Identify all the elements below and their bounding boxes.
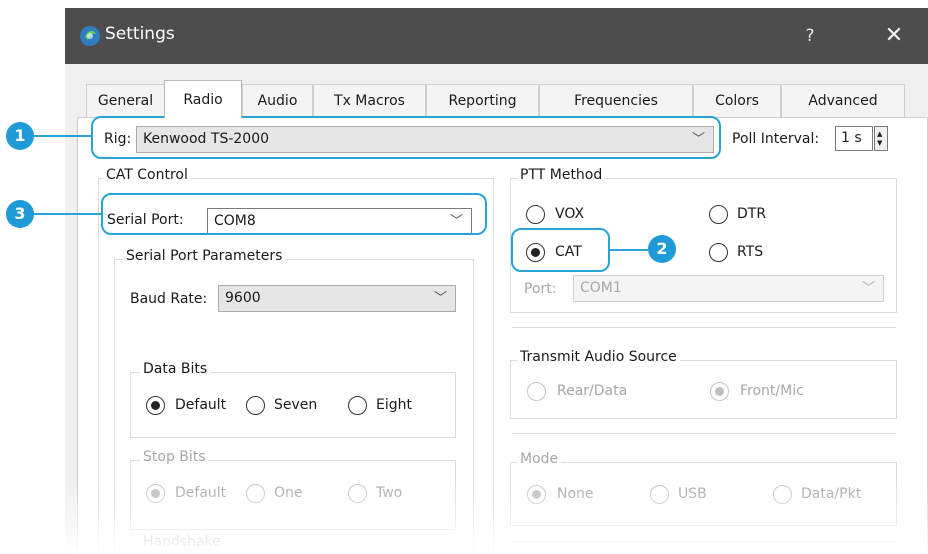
- ptt-cat-radio[interactable]: [526, 243, 545, 262]
- mode-data-pkt-label: Data/Pkt: [801, 486, 862, 502]
- cat-control-title: CAT Control: [103, 167, 191, 183]
- mode-data-pkt-radio[interactable]: [773, 485, 792, 504]
- divider: [512, 327, 896, 328]
- data-bits-seven-radio[interactable]: [246, 396, 265, 415]
- divider: [512, 433, 896, 434]
- baud-rate-label: Baud Rate:: [130, 291, 208, 307]
- mode-title: Mode: [517, 451, 562, 467]
- stop-bits-default-label: Default: [175, 485, 227, 501]
- serial-port-label: Serial Port:: [107, 212, 184, 228]
- title-bar: Settings ? ✕: [65, 8, 928, 64]
- settings-window: Settings ? ✕ General Radio Audio Tx Macr…: [65, 8, 928, 554]
- audio-rear-data-radio[interactable]: [527, 382, 546, 401]
- ptt-dtr-label: DTR: [737, 206, 767, 222]
- baud-rate-select[interactable]: 9600 ﹀: [218, 285, 456, 312]
- serial-params-title: Serial Port Parameters: [123, 248, 286, 264]
- callout-connector: [610, 249, 648, 251]
- audio-front-mic-label: Front/Mic: [740, 383, 804, 399]
- stop-bits-one-radio[interactable]: [246, 484, 265, 503]
- mode-usb-label: USB: [678, 486, 707, 502]
- mode-none-label: None: [557, 486, 594, 502]
- poll-interval-spinner[interactable]: ▲ ▼: [874, 126, 888, 151]
- callout-badge-2: 2: [648, 235, 676, 263]
- window-title: Settings: [105, 24, 175, 44]
- callout-badge-1: 1: [6, 122, 34, 150]
- chevron-down-icon: ﹀: [691, 132, 705, 147]
- ptt-port-value: COM1: [580, 280, 622, 296]
- ptt-rts-radio[interactable]: [709, 243, 728, 262]
- callout-connector: [33, 135, 91, 137]
- poll-interval-input[interactable]: 1 s: [835, 126, 873, 151]
- callout-connector: [33, 213, 101, 215]
- mode-usb-radio[interactable]: [650, 485, 669, 504]
- transmit-audio-title: Transmit Audio Source: [517, 349, 680, 365]
- mode-none-radio[interactable]: [527, 485, 546, 504]
- close-button[interactable]: ✕: [871, 18, 917, 54]
- stop-bits-two-radio[interactable]: [348, 484, 367, 503]
- ptt-method-title: PTT Method: [517, 167, 606, 183]
- rig-label: Rig:: [104, 131, 132, 147]
- ptt-vox-label: VOX: [555, 206, 585, 222]
- baud-rate-value: 9600: [225, 290, 261, 306]
- spin-down-icon[interactable]: ▼: [877, 140, 882, 147]
- serial-port-select[interactable]: COM8 ﹀: [207, 208, 472, 235]
- data-bits-eight-radio[interactable]: [348, 396, 367, 415]
- audio-rear-data-label: Rear/Data: [557, 383, 628, 399]
- data-bits-eight-label: Eight: [376, 397, 412, 413]
- app-logo-icon: [80, 26, 100, 46]
- stop-bits-two-label: Two: [376, 485, 403, 501]
- tab-audio[interactable]: Audio: [242, 84, 313, 117]
- ptt-rts-label: RTS: [737, 244, 764, 260]
- rig-value: Kenwood TS-2000: [143, 131, 270, 147]
- tab-general[interactable]: General: [86, 84, 165, 117]
- data-bits-seven-label: Seven: [274, 397, 318, 413]
- tab-reporting[interactable]: Reporting: [426, 84, 539, 117]
- ptt-vox-radio[interactable]: [526, 205, 545, 224]
- serial-port-value: COM8: [214, 213, 256, 229]
- ptt-cat-label: CAT: [555, 244, 582, 260]
- ptt-port-label: Port:: [524, 281, 557, 297]
- tab-tx-macros[interactable]: Tx Macros: [313, 84, 426, 117]
- rig-select[interactable]: Kenwood TS-2000 ﹀: [136, 126, 714, 153]
- chevron-down-icon: ﹀: [433, 291, 447, 306]
- tab-radio[interactable]: Radio: [164, 80, 242, 118]
- tab-colors[interactable]: Colors: [693, 84, 781, 117]
- audio-front-mic-radio[interactable]: [710, 382, 729, 401]
- handshake-title: Handshake: [140, 534, 224, 550]
- chevron-down-icon: ﹀: [449, 214, 463, 229]
- ptt-dtr-radio[interactable]: [709, 205, 728, 224]
- stop-bits-default-radio[interactable]: [146, 484, 165, 503]
- callout-badge-3: 3: [6, 200, 34, 228]
- data-bits-title: Data Bits: [140, 361, 211, 377]
- help-button[interactable]: ?: [787, 18, 833, 54]
- data-bits-default-label: Default: [175, 397, 227, 413]
- poll-interval-label: Poll Interval:: [732, 131, 820, 147]
- data-bits-default-radio[interactable]: [146, 396, 165, 415]
- tab-advanced[interactable]: Advanced: [781, 84, 905, 117]
- stop-bits-one-label: One: [274, 485, 303, 501]
- spin-up-icon[interactable]: ▲: [877, 131, 882, 138]
- tab-frequencies[interactable]: Frequencies: [539, 84, 693, 117]
- divider: [512, 541, 896, 542]
- chevron-down-icon: ﹀: [861, 281, 875, 296]
- ptt-port-select[interactable]: COM1 ﹀: [573, 275, 884, 302]
- stop-bits-title: Stop Bits: [140, 449, 209, 465]
